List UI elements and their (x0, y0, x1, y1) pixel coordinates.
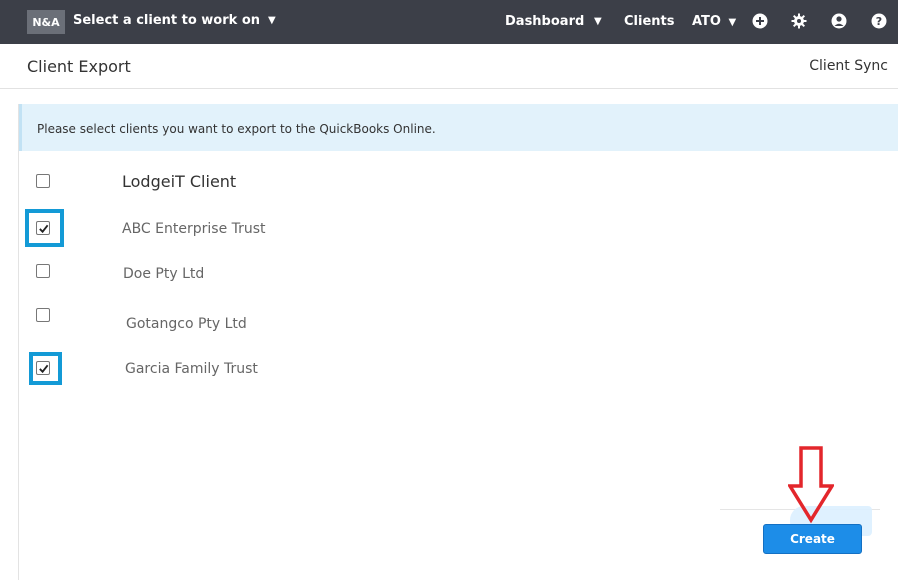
nav-ato-label: ATO (692, 14, 721, 29)
gear-icon[interactable] (791, 13, 807, 29)
client-name: Gotangco Pty Ltd (126, 316, 247, 332)
chevron-down-icon: ▼ (728, 17, 737, 28)
svg-text:?: ? (876, 15, 882, 28)
help-icon[interactable]: ? (871, 13, 887, 29)
firm-logo[interactable]: N&A (27, 10, 65, 34)
top-navigation-bar: N&A Select a client to work on ▼ Dashboa… (0, 0, 898, 44)
nav-dashboard[interactable]: Dashboard (505, 14, 584, 29)
client-sync-link[interactable]: Client Sync (809, 58, 888, 74)
client-checkbox-gotangco-pty-ltd[interactable] (36, 308, 50, 322)
plus-icon[interactable] (752, 13, 768, 29)
dashboard-dropdown-icon[interactable]: ▼ (594, 16, 602, 27)
client-checkbox-abc-enterprise-trust[interactable] (36, 221, 50, 235)
page-header: Client Export Client Sync (0, 44, 898, 89)
red-down-arrow-annotation (788, 446, 834, 524)
client-name: ABC Enterprise Trust (122, 221, 266, 237)
client-name: Doe Pty Ltd (123, 266, 205, 282)
select-all-checkbox[interactable] (36, 174, 50, 188)
client-name: Garcia Family Trust (125, 361, 258, 377)
info-alert: Please select clients you want to export… (19, 104, 898, 151)
client-checkbox-garcia-family-trust[interactable] (36, 361, 50, 375)
info-message: Please select clients you want to export… (37, 122, 436, 136)
client-selector-label: Select a client to work on (73, 13, 261, 28)
create-button[interactable]: Create (763, 524, 862, 554)
page-title: Client Export (27, 57, 131, 76)
client-selector[interactable]: Select a client to work on ▼ (73, 13, 276, 28)
chevron-down-icon: ▼ (268, 15, 276, 26)
checkmark-icon (38, 224, 48, 233)
nav-ato[interactable]: ATO ▼ (692, 14, 736, 29)
user-icon[interactable] (831, 13, 847, 29)
client-checkbox-doe-pty-ltd[interactable] (36, 264, 50, 278)
checkmark-icon (38, 364, 48, 373)
client-column-header: LodgeiT Client (122, 172, 237, 191)
nav-clients[interactable]: Clients (624, 14, 674, 29)
